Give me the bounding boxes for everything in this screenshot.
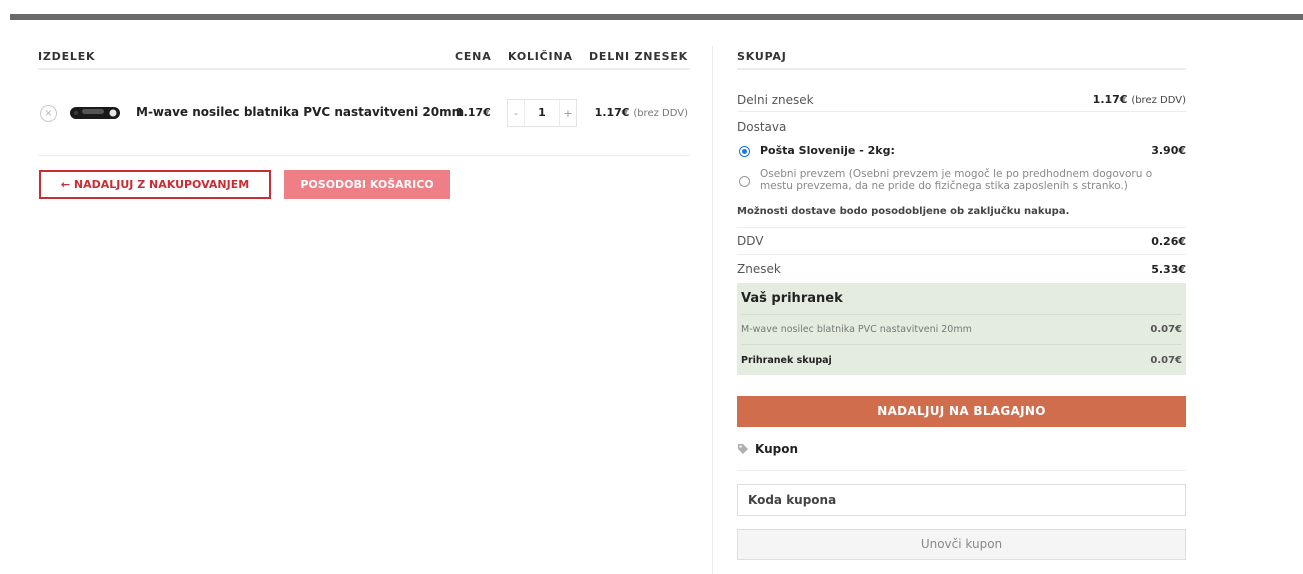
totals-title: SKUPAJ [737,46,1186,70]
quantity-plus-button[interactable]: + [560,107,576,120]
proceed-to-checkout-button[interactable]: NADALJUJ NA BLAGAJNO [737,396,1186,427]
vat-line: DDV 0.26€ [737,228,1186,255]
shipping-radio-posta[interactable] [739,146,750,157]
vat-label: DDV [737,234,764,248]
quantity-input[interactable]: 1 [524,100,560,126]
update-cart-button[interactable]: POSODOBI KOŠARICO [284,170,450,199]
savings-total-row: Prihranek skupaj 0.07€ [741,345,1182,375]
coupon-header: Kupon [737,427,1186,471]
cart-totals: SKUPAJ Delni znesek 1.17€ (brez DDV) Dos… [737,46,1186,560]
quantity-minus-button[interactable]: - [508,107,524,120]
subtotal-tax: (brez DDV) [1131,95,1186,106]
order-total-value: 5.33€ [1151,262,1186,276]
shipping-option-posta[interactable]: Pošta Slovenije - 2kg: 3.90€ [737,142,1186,168]
shipping-option-pickup[interactable]: Osebni prevzem (Osebni prevzem je mogoč … [737,168,1186,204]
subtotal-label: Delni znesek [737,92,814,107]
top-bar [10,14,1303,20]
shipping-note: Možnosti dostave bodo posodobljene ob za… [737,204,1186,228]
savings-total-value: 0.07€ [1150,354,1182,366]
shipping-option-label[interactable]: Osebni prevzem (Osebni prevzem je mogoč … [760,168,1186,192]
savings-total-label: Prihranek skupaj [741,354,832,366]
header-subtotal: DELNI ZNESEK [588,50,688,63]
product-price: 1.17€ [456,106,491,119]
savings-item-name: M-wave nosilec blatnika PVC nastavitveni… [741,324,972,335]
coupon-title: Kupon [755,441,799,456]
coupon-code-input[interactable] [737,484,1186,516]
header-price: CENA [455,50,492,63]
shipping-option-label[interactable]: Pošta Slovenije - 2kg: [760,144,1151,157]
header-product: IZDELEK [38,50,96,63]
vat-value: 0.26€ [1151,234,1186,248]
savings-title: Vaš prihranek [741,283,1182,315]
continue-shopping-button[interactable]: ← NADALJUJ Z NAKUPOVANJEM [39,170,271,199]
quantity-stepper: - 1 + [507,99,577,127]
header-quantity: KOLIČINA [508,50,573,63]
subtotal-value: 1.17€ [1092,93,1128,106]
shipping-option-price: 3.90€ [1151,144,1186,157]
shipping-radio-pickup[interactable] [739,176,750,187]
apply-coupon-button[interactable]: Unovči kupon [737,529,1186,560]
product-name-link[interactable]: M-wave nosilec blatnika PVC nastavitveni… [136,105,464,119]
order-total-line: Znesek 5.33€ [737,255,1186,283]
subtotal-line: Delni znesek 1.17€ (brez DDV) [737,70,1186,112]
cart-actions: ← NADALJUJ Z NAKUPOVANJEM POSODOBI KOŠAR… [38,156,690,216]
order-total-label: Znesek [737,262,781,276]
cart-header: IZDELEK CENA KOLIČINA DELNI ZNESEK [38,46,690,70]
product-thumbnail[interactable] [68,103,122,123]
savings-item-value: 0.07€ [1150,324,1182,335]
remove-item-close-icon[interactable]: × [40,105,57,122]
subtotal-amount: 1.17€ (brez DDV) [1093,93,1186,106]
product-subtotal-tax: (brez DDV) [633,108,688,119]
cart-table: IZDELEK CENA KOLIČINA DELNI ZNESEK × M-w… [38,46,690,216]
column-divider [712,46,713,574]
tag-icon [738,443,748,454]
savings-box: Vaš prihranek M-wave nosilec blatnika PV… [737,283,1186,375]
shipping-label: Dostava [737,120,787,134]
cart-row: × M-wave nosilec blatnika PVC nastavitve… [38,70,690,156]
product-subtotal: 1.17€ (brez DDV) [595,106,688,119]
savings-row: M-wave nosilec blatnika PVC nastavitveni… [741,315,1182,345]
product-subtotal-value: 1.17€ [594,106,630,119]
